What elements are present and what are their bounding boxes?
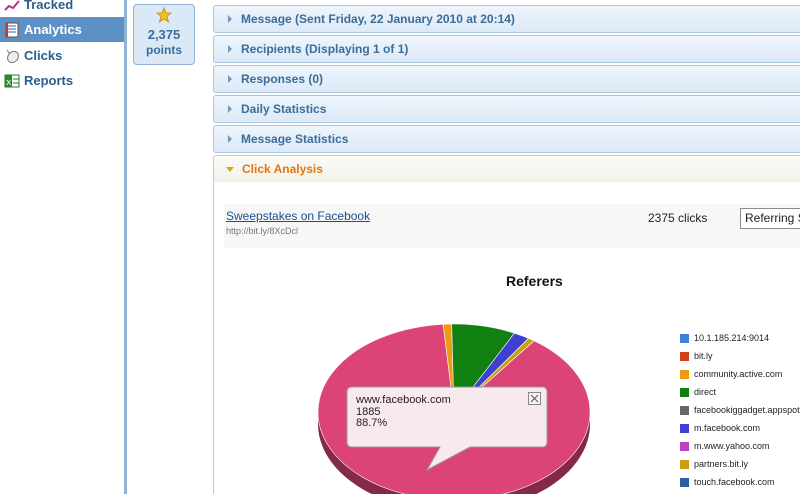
tooltip: www.facebook.com 1885 88.7% <box>347 387 547 447</box>
tooltip-site: www.facebook.com <box>356 394 451 406</box>
tooltip-percent: 88.7% <box>356 417 388 429</box>
close-icon[interactable] <box>528 392 541 405</box>
